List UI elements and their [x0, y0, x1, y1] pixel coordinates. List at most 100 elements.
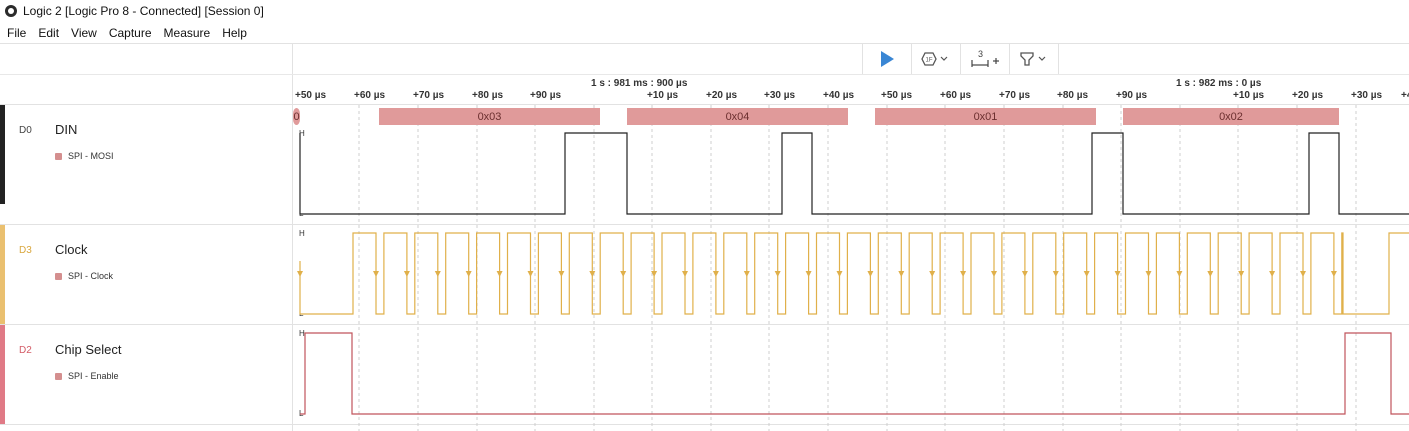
- analyzer-color-dot: [55, 272, 62, 280]
- clock-edge-marker: [743, 271, 750, 277]
- clock-edge-marker: [960, 271, 967, 277]
- channel-id: D2: [19, 345, 32, 356]
- time-tick-label: +70 µs: [413, 90, 445, 101]
- channel-color-stripe: [0, 225, 5, 324]
- clock-edge-marker: [1021, 271, 1028, 277]
- menu-divider: [0, 43, 1409, 44]
- time-tick-label: +80 µs: [1057, 90, 1089, 101]
- trigger-button[interactable]: 1F: [911, 44, 960, 74]
- waveform-d2: [300, 332, 1409, 415]
- menu-help[interactable]: Help: [216, 26, 253, 40]
- analyzer-tag[interactable]: SPI - Clock: [55, 271, 113, 281]
- decoded-byte-label: 0: [293, 111, 299, 123]
- clock-edge-marker: [1114, 271, 1121, 277]
- clock-edge-marker: [1269, 271, 1276, 277]
- clock-edge-marker: [682, 271, 688, 277]
- channel-name[interactable]: Clock: [55, 242, 88, 257]
- trigger-icon: 1F: [921, 52, 948, 66]
- decoded-byte: 0x01: [875, 108, 1096, 125]
- clock-edge-marker: [1330, 271, 1337, 277]
- clock-edge-marker: [1052, 271, 1059, 277]
- channel-color-stripe: [0, 325, 5, 424]
- clock-edge-marker: [465, 271, 472, 277]
- time-tick-label: +50 µs: [881, 90, 913, 101]
- clock-edge-marker: [1300, 271, 1306, 277]
- clock-edge-marker: [527, 271, 534, 277]
- timing-marker-button[interactable]: 3: [960, 44, 1009, 74]
- time-tick-label: +80 µs: [472, 90, 504, 101]
- menu-file[interactable]: File: [0, 26, 32, 40]
- analyzer-tag[interactable]: SPI - Enable: [55, 371, 119, 381]
- decoded-byte-label: 0x02: [1219, 111, 1243, 123]
- menu-view[interactable]: View: [65, 26, 103, 40]
- channel-id: D0: [19, 125, 32, 136]
- channel-row-d0[interactable]: D0 DIN SPI - MOSI: [0, 105, 292, 204]
- clock-edge-marker: [297, 271, 303, 277]
- decoded-byte: 0x02: [1123, 108, 1339, 125]
- funnel-icon: [1020, 52, 1046, 66]
- time-tick-label: +10 µs: [647, 90, 679, 101]
- decoded-byte-label: 0x04: [726, 111, 750, 123]
- analyzer-label: SPI - Clock: [68, 271, 114, 281]
- time-tick-label: +50 µs: [295, 90, 327, 101]
- time-tick-label: +60 µs: [354, 90, 386, 101]
- time-tick-label: +90 µs: [530, 90, 562, 101]
- play-button[interactable]: [862, 44, 911, 74]
- time-tick-label: +40: [1401, 90, 1409, 101]
- channel-row-d3[interactable]: D3 Clock SPI - Clock: [0, 225, 292, 324]
- clock-edge-marker: [1176, 271, 1183, 277]
- svg-text:1F: 1F: [926, 58, 933, 64]
- time-major-label: 1 s : 982 ms : 0 µs: [1176, 78, 1262, 89]
- timing-marker-icon: 3: [971, 49, 999, 67]
- decoded-byte-label: 0x01: [974, 111, 998, 123]
- waveform-area[interactable]: HLHLHL0 0x03 0x04 0x01 0x02: [293, 105, 1409, 431]
- clock-edge-marker: [712, 271, 719, 277]
- channel-id: D3: [19, 245, 32, 256]
- play-icon: [881, 51, 894, 67]
- clock-edge-marker: [403, 271, 410, 277]
- time-tick-label: +20 µs: [1292, 90, 1324, 101]
- menu-bar: File Edit View Capture Measure Help: [0, 23, 253, 43]
- clock-edge-marker: [373, 271, 379, 277]
- svg-text:3: 3: [978, 49, 983, 59]
- time-ruler[interactable]: +50 µs +60 µs +70 µs +80 µs +90 µs +10 µs +20 …: [293, 75, 1409, 104]
- clock-edge-marker: [898, 271, 905, 277]
- waveform-d0: [299, 132, 1409, 215]
- decoded-byte: 0x03: [379, 108, 600, 125]
- capture-toolbar: 1F 3: [862, 44, 1059, 74]
- analyzer-color-dot: [55, 152, 62, 160]
- time-major-label: 1 s : 981 ms : 900 µs: [591, 78, 688, 89]
- clock-edge-marker: [1207, 271, 1214, 277]
- channel-color-stripe: [0, 105, 5, 204]
- clock-edge-marker: [836, 271, 843, 277]
- menu-capture[interactable]: Capture: [103, 26, 158, 40]
- clock-edge-marker: [1083, 271, 1090, 277]
- clock-edge-marker: [434, 271, 441, 277]
- analyzer-tag[interactable]: SPI - MOSI: [55, 151, 114, 161]
- time-tick-label: +20 µs: [706, 90, 738, 101]
- time-tick-label: +60 µs: [940, 90, 972, 101]
- clock-edge-marker: [991, 271, 997, 277]
- logic-app-icon: [5, 5, 17, 17]
- clock-edge-marker: [620, 271, 627, 277]
- level-high-label: H: [299, 329, 305, 338]
- analyzer-button[interactable]: [1009, 44, 1059, 74]
- menu-measure[interactable]: Measure: [158, 26, 217, 40]
- level-high-label: H: [299, 229, 305, 238]
- analyzer-color-dot: [55, 372, 62, 380]
- time-tick-label: +70 µs: [999, 90, 1031, 101]
- channel-name[interactable]: Chip Select: [55, 342, 121, 357]
- decoded-byte-label: 0x03: [478, 111, 502, 123]
- menu-edit[interactable]: Edit: [32, 26, 65, 40]
- clock-edge-marker: [867, 271, 874, 277]
- channel-name[interactable]: DIN: [55, 122, 77, 137]
- clock-edge-marker: [1145, 271, 1152, 277]
- time-tick-label: +10 µs: [1233, 90, 1265, 101]
- channel-row-d2[interactable]: D2 Chip Select SPI - Enable: [0, 325, 292, 424]
- decoded-byte: 0: [293, 108, 300, 125]
- time-tick-label: +40 µs: [823, 90, 855, 101]
- clock-edge-marker: [558, 271, 565, 277]
- decoded-byte: 0x04: [627, 108, 848, 125]
- time-tick-label: +90 µs: [1116, 90, 1148, 101]
- analyzer-label: SPI - Enable: [68, 371, 119, 381]
